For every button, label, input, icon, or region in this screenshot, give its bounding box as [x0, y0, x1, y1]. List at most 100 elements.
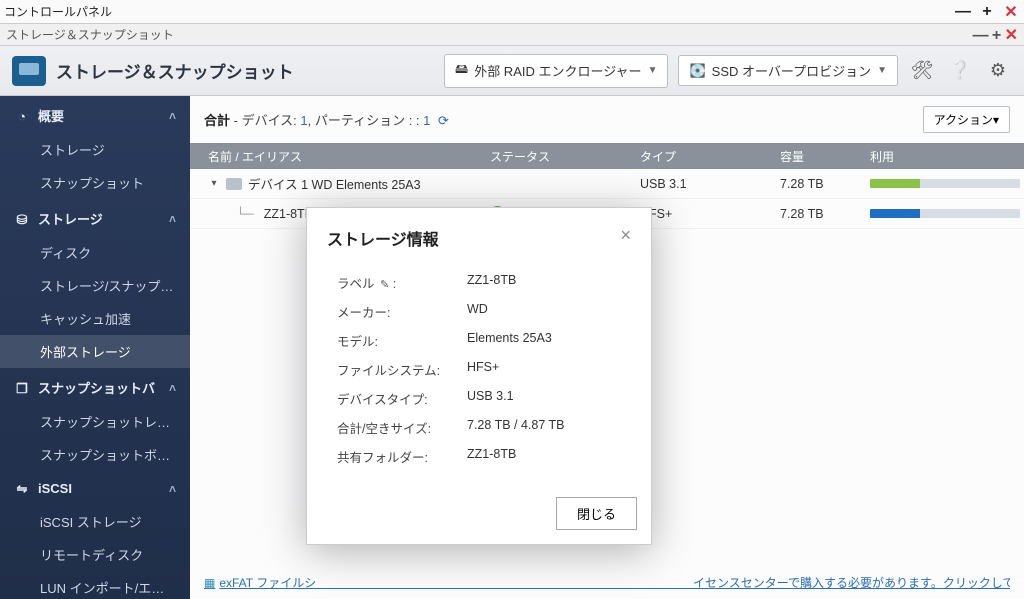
device-usage-bar: [870, 179, 1020, 188]
info-devicetype-value: USB 3.1: [467, 389, 514, 408]
partition-type: HFS+: [640, 207, 780, 221]
minimize-button[interactable]: —: [954, 3, 972, 21]
control-panel-title: コントロールパネル: [4, 3, 112, 20]
sidebar: ◔ 概要 ˄ ストレージ スナップショット ⛁ ストレージ ˄ ディスク ストレージ…: [0, 96, 190, 599]
sidebar-item-snapshot-replica[interactable]: スナップショットレプリカ: [0, 405, 190, 438]
info-filesystem-value: HFS+: [467, 360, 499, 379]
info-sharedfolder-label: 共有フォルダー:: [337, 447, 467, 466]
chevron-up-icon: ˄: [169, 109, 176, 123]
modal-close-icon[interactable]: ×: [620, 226, 631, 244]
sidebar-section-overview[interactable]: ◔ 概要 ˄: [0, 96, 190, 133]
control-panel-titlebar: コントロールパネル — + ✕: [0, 0, 1024, 24]
chevron-up-icon: ˄: [169, 381, 176, 395]
inner-close-button[interactable]: ✕: [1005, 27, 1018, 44]
gear-icon[interactable]: ⚙: [984, 57, 1012, 85]
storage-window-titlebar: ストレージ＆スナップショット — + ✕: [0, 24, 1024, 46]
sidebar-section-label: iSCSI: [38, 481, 72, 496]
info-maker-label: メーカー:: [337, 302, 467, 321]
app-icon: [12, 56, 46, 86]
summary-partitions-label: , パーティション : :: [308, 113, 424, 128]
summary-devices-label: - デバイス:: [230, 113, 300, 128]
modal-title: ストレージ情報: [327, 226, 439, 250]
summary-bar: 合計 - デバイス: 1, パーティション : : 1 ⟳ アクション▾: [190, 96, 1024, 143]
edit-icon[interactable]: ✎: [380, 279, 389, 291]
sidebar-item-lun-import-export[interactable]: LUN インポート/エクスポ: [0, 571, 190, 599]
chevron-down-icon: ▼: [648, 65, 658, 76]
table-header: 名前 / エイリアス ステータス タイプ 容量 利用: [190, 143, 1024, 169]
external-raid-label: 外部 RAID エンクロージャー: [474, 61, 641, 80]
inner-minimize-button[interactable]: —: [973, 27, 989, 44]
sidebar-item-remote-disk[interactable]: リモートディスク: [0, 538, 190, 571]
info-devicetype-label: デバイスタイプ:: [337, 389, 467, 408]
chevron-up-icon: ˄: [169, 212, 176, 226]
sidebar-section-storage[interactable]: ⛁ ストレージ ˄: [0, 199, 190, 236]
ssd-icon: 💽: [689, 63, 705, 79]
refresh-icon[interactable]: ⟳: [438, 113, 449, 128]
device-type: USB 3.1: [640, 177, 780, 191]
license-icon: ▦: [204, 576, 215, 590]
chevron-down-icon: ▼: [877, 65, 887, 76]
sidebar-item-cache-accel[interactable]: キャッシュ加速: [0, 302, 190, 335]
info-filesystem-label: ファイルシステム:: [337, 360, 467, 379]
sidebar-item-iscsi-storage[interactable]: iSCSI ストレージ: [0, 505, 190, 538]
col-header-usage[interactable]: 利用: [870, 148, 1024, 165]
device-capacity: 7.28 TB: [780, 177, 870, 191]
exfat-license-link[interactable]: ▦ exFAT ファイルシ イセンスセンターで購入する必要があります。クリックして…: [204, 574, 1010, 591]
snapshot-icon: ❐: [14, 381, 30, 397]
storage-info-modal: ストレージ情報 × ラベル ✎ :ZZ1-8TB メーカー:WD モデル:Ele…: [306, 207, 652, 545]
ssd-overprovision-dropdown[interactable]: 💽 SSD オーバープロビジョン ▼: [678, 55, 898, 86]
info-size-label: 合計/空きサイズ:: [337, 418, 467, 437]
summary-partitions-count: 1: [423, 113, 430, 128]
sidebar-item-snapshot-vault[interactable]: スナップショットボールト: [0, 438, 190, 471]
storage-icon: ⛁: [14, 212, 30, 228]
device-icon: [226, 178, 242, 190]
info-sharedfolder-value: ZZ1-8TB: [467, 447, 516, 466]
chevron-up-icon: ˄: [169, 482, 176, 496]
sidebar-item-overview-storage[interactable]: ストレージ: [0, 133, 190, 166]
maximize-button[interactable]: +: [978, 3, 996, 21]
col-header-name[interactable]: 名前 / エイリアス: [190, 148, 490, 165]
tree-line-icon: └─: [236, 207, 254, 221]
sidebar-section-iscsi[interactable]: ⇋ iSCSI ˄: [0, 471, 190, 505]
sidebar-item-external-storage[interactable]: 外部ストレージ: [0, 335, 190, 368]
expand-caret-icon[interactable]: ▾: [208, 178, 220, 189]
info-label-value: ZZ1-8TB: [467, 273, 516, 292]
action-dropdown[interactable]: アクション▾: [923, 106, 1010, 133]
inner-maximize-button[interactable]: +: [992, 27, 1001, 44]
sidebar-item-storage-snapshot[interactable]: ストレージ/スナップショ: [0, 269, 190, 302]
tools-icon[interactable]: 🛠: [908, 57, 936, 85]
sidebar-item-overview-snapshot[interactable]: スナップショット: [0, 166, 190, 199]
iscsi-icon: ⇋: [14, 481, 30, 497]
footer-link-prefix: exFAT ファイルシ: [219, 576, 316, 590]
sidebar-section-label: スナップショットバ: [38, 381, 155, 396]
sidebar-section-label: 概要: [38, 109, 64, 124]
overview-icon: ◔: [14, 109, 30, 124]
partition-capacity: 7.28 TB: [780, 207, 870, 221]
raid-icon: 🖴: [455, 60, 468, 82]
storage-window-title: ストレージ＆スナップショット: [6, 26, 174, 43]
external-raid-dropdown[interactable]: 🖴 外部 RAID エンクロージャー ▼: [444, 54, 668, 88]
device-row[interactable]: ▾ デバイス 1 WD Elements 25A3 USB 3.1 7.28 T…: [190, 169, 1024, 199]
info-model-label: モデル:: [337, 331, 467, 350]
info-maker-value: WD: [467, 302, 488, 321]
sidebar-section-snapshot-backup[interactable]: ❐ スナップショットバ ˄: [0, 368, 190, 405]
partition-usage-bar: [870, 209, 1020, 218]
summary-total-label: 合計: [204, 113, 230, 128]
summary-devices-count: 1: [300, 113, 307, 128]
modal-close-button[interactable]: 閉じる: [556, 497, 637, 530]
col-header-capacity[interactable]: 容量: [780, 148, 870, 165]
close-button[interactable]: ✕: [1002, 2, 1020, 22]
info-model-value: Elements 25A3: [467, 331, 552, 350]
sidebar-item-disk[interactable]: ディスク: [0, 236, 190, 269]
info-label-label: ラベル: [337, 277, 375, 291]
info-size-value: 7.28 TB / 4.87 TB: [467, 418, 565, 437]
footer-link-suffix: イセンスセンターで購入する必要があります。クリックしてすぐに購入してください。: [693, 576, 1010, 590]
ssd-overprovision-label: SSD オーバープロビジョン: [712, 61, 871, 80]
sidebar-section-label: ストレージ: [38, 212, 103, 227]
app-title: ストレージ＆スナップショット: [56, 58, 294, 83]
col-header-status[interactable]: ステータス: [490, 148, 640, 165]
help-icon[interactable]: ❔: [946, 57, 974, 85]
col-header-type[interactable]: タイプ: [640, 148, 780, 165]
device-name: デバイス 1 WD Elements 25A3: [248, 174, 421, 193]
app-header: ストレージ＆スナップショット 🖴 外部 RAID エンクロージャー ▼ 💽 SS…: [0, 46, 1024, 96]
